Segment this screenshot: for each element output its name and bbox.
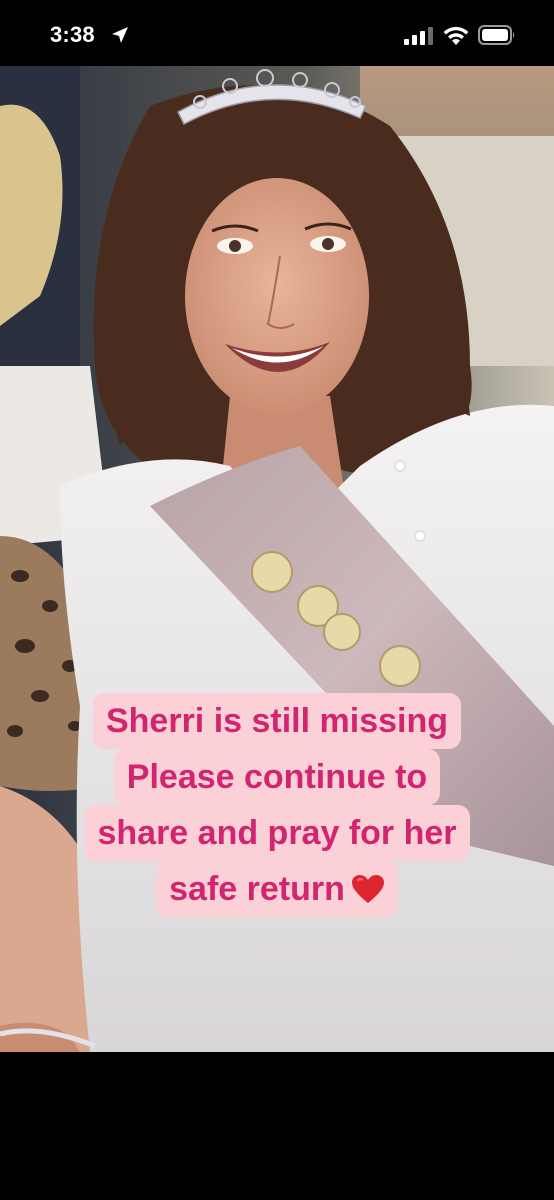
wifi-icon bbox=[443, 26, 469, 45]
story-caption: Sherri is still missing Please continue … bbox=[0, 693, 554, 917]
caption-line-4-text: safe return bbox=[169, 870, 345, 908]
caption-line-1: Sherri is still missing bbox=[92, 693, 461, 749]
red-heart-icon bbox=[351, 875, 384, 903]
screen: 3:38 Sherri is still missing Please cont… bbox=[0, 0, 554, 1200]
caption-line-3: share and pray for her bbox=[84, 805, 470, 861]
cellular-signal-icon bbox=[404, 27, 433, 45]
caption-line-4: safe return bbox=[156, 861, 398, 917]
caption-line-2: Please continue to bbox=[113, 749, 441, 805]
status-bar: 3:38 bbox=[0, 0, 554, 66]
location-arrow-icon bbox=[112, 27, 128, 43]
status-time: 3:38 bbox=[50, 22, 95, 47]
battery-icon bbox=[478, 25, 515, 45]
